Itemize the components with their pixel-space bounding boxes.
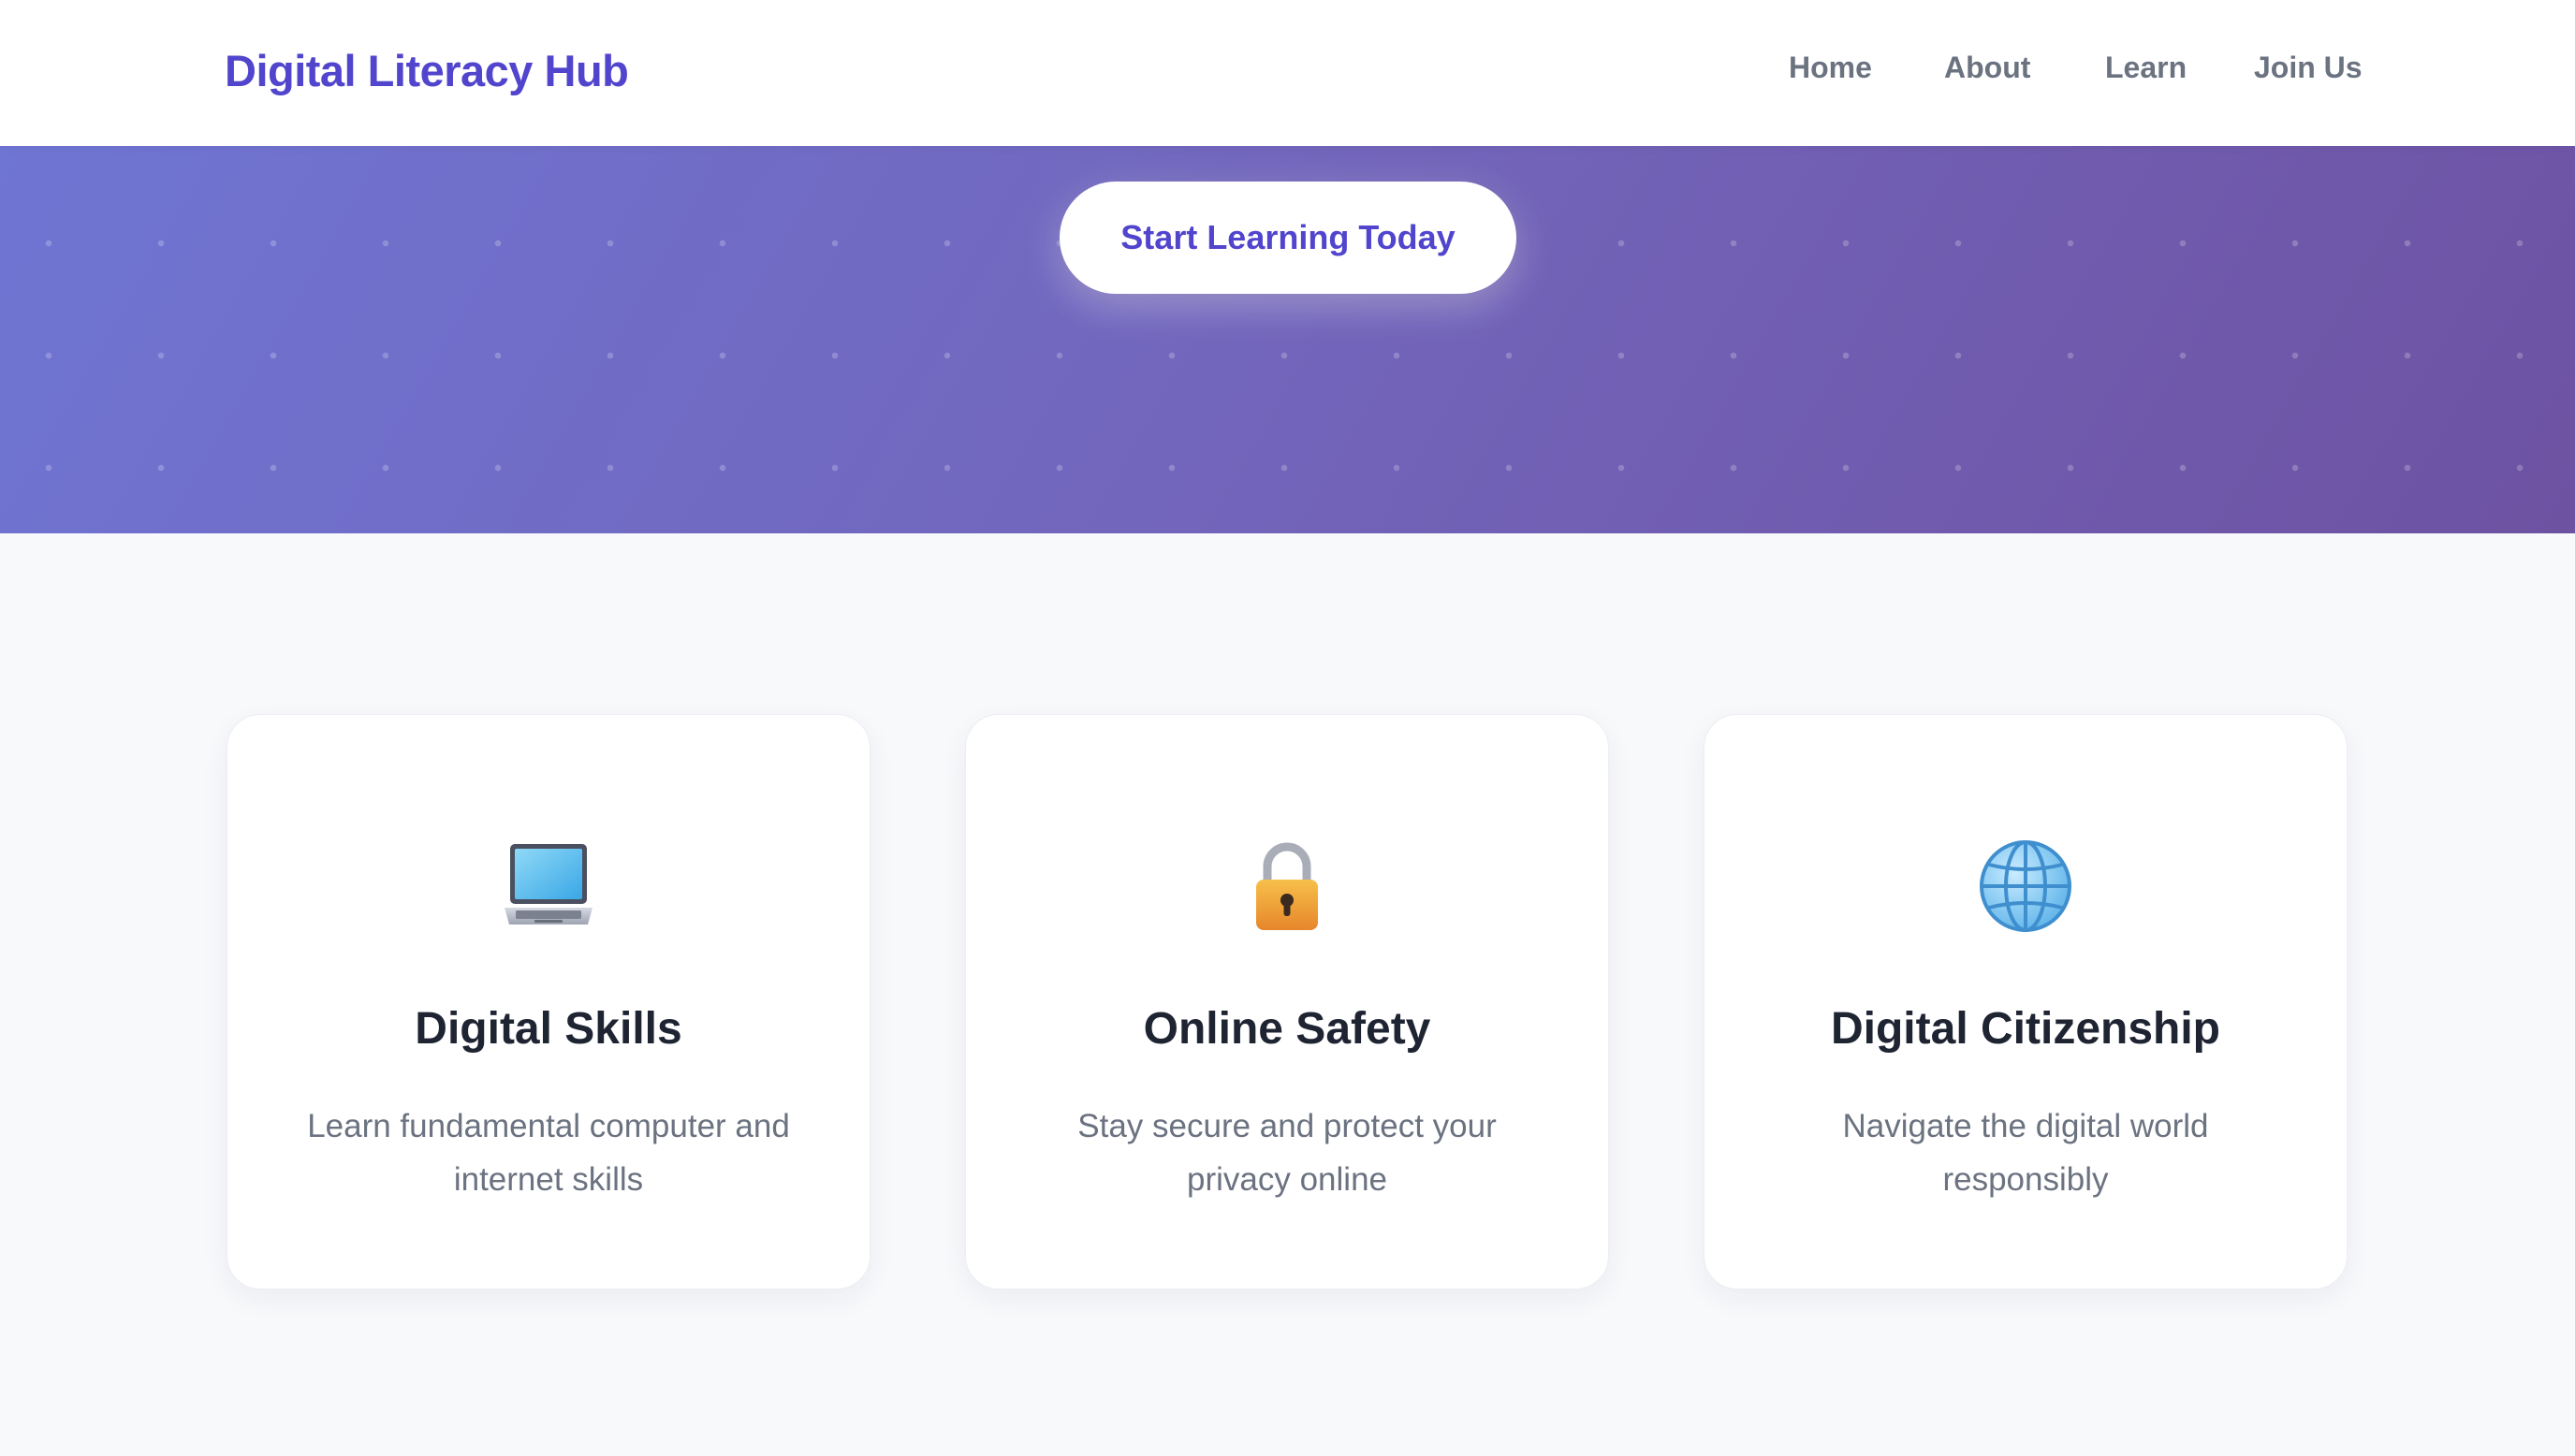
nav-about-link[interactable]: About bbox=[1944, 51, 2030, 85]
feature-description: Stay secure and protect your privacy onl… bbox=[1077, 1108, 1497, 1198]
laptop-icon bbox=[227, 835, 870, 938]
feature-card-online-safety[interactable]: Online Safety Stay secure and protect yo… bbox=[965, 714, 1609, 1289]
nav-join-us-link[interactable]: Join Us bbox=[2254, 51, 2363, 85]
site-header: Digital Literacy Hub Home About Learn Jo… bbox=[0, 0, 2575, 146]
start-learning-button[interactable]: Start Learning Today bbox=[1060, 182, 1516, 294]
main-nav: Home About Learn Join Us bbox=[0, 51, 2575, 97]
lock-icon bbox=[966, 835, 1608, 938]
feature-description: Learn fundamental computer and internet … bbox=[307, 1108, 790, 1198]
feature-title: Digital Citizenship bbox=[1830, 1004, 2220, 1054]
feature-title: Digital Skills bbox=[415, 1004, 682, 1054]
feature-card-digital-citizenship[interactable]: Digital Citizenship Navigate the digital… bbox=[1704, 714, 2348, 1289]
nav-learn-link[interactable]: Learn bbox=[2105, 51, 2187, 85]
hero-banner: Start Learning Today bbox=[0, 146, 2575, 533]
feature-description: Navigate the digital world responsibly bbox=[1842, 1108, 2209, 1198]
feature-card-digital-skills[interactable]: Digital Skills Learn fundamental compute… bbox=[227, 714, 871, 1289]
feature-title: Online Safety bbox=[1143, 1004, 1431, 1054]
nav-home-link[interactable]: Home bbox=[1789, 51, 1872, 85]
globe-icon bbox=[1704, 835, 2347, 938]
